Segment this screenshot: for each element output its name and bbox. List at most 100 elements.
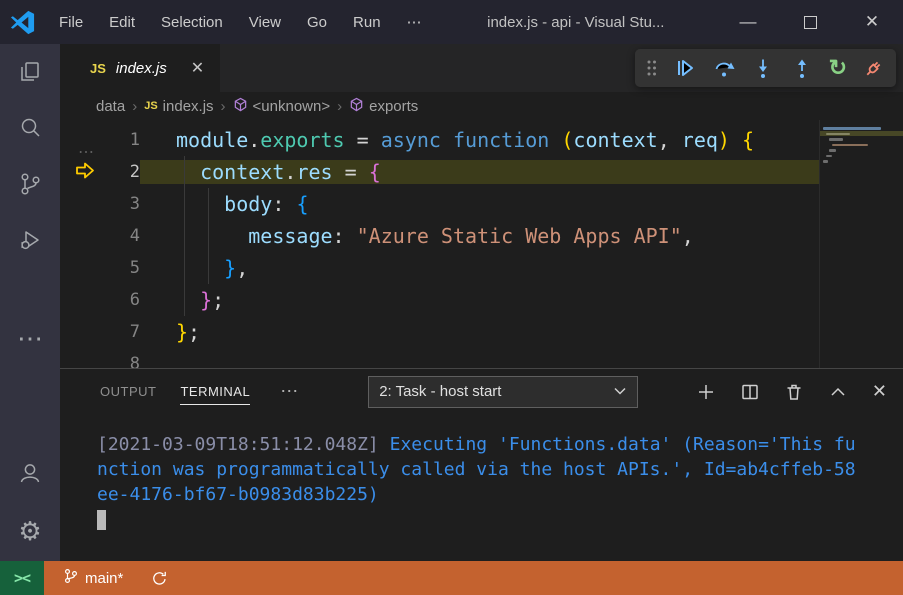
breadcrumb-label: index.js xyxy=(163,98,214,115)
code-text: context.res = { xyxy=(140,160,819,184)
step-out-icon[interactable] xyxy=(790,56,814,80)
new-terminal-icon[interactable] xyxy=(696,382,716,402)
minimap-line xyxy=(829,138,843,141)
explorer-icon[interactable] xyxy=(0,44,60,100)
menu-run[interactable]: Run xyxy=(340,0,394,44)
minimap-line xyxy=(829,149,836,152)
breadcrumb-index-js[interactable]: JS index.js xyxy=(144,98,213,115)
maximize-button[interactable] xyxy=(779,0,841,44)
breadcrumb-exports-symbol[interactable]: exports xyxy=(349,97,418,116)
panel: OUTPUT TERMINAL ⋯ 2: Task - host start ✕ xyxy=(60,368,903,561)
terminal-dropdown[interactable]: 2: Task - host start xyxy=(368,376,638,408)
minimap-line xyxy=(826,155,832,158)
workbench: ⋯ ⚙ JS index.js ✕ xyxy=(0,44,903,561)
tab-close-icon[interactable]: ✕ xyxy=(191,58,204,78)
minimize-button[interactable]: — xyxy=(717,0,779,44)
editor-pane: 1module.exports = async function (contex… xyxy=(60,120,903,368)
window-title: index.js - api - Visual Stu... xyxy=(435,14,717,31)
terminal-cursor xyxy=(97,510,106,530)
gutter-dots: ⋯ xyxy=(78,142,95,162)
code-text: }, xyxy=(140,256,819,280)
line-number[interactable]: 5 xyxy=(60,258,140,278)
continue-icon[interactable] xyxy=(673,56,697,80)
menu-view[interactable]: View xyxy=(236,0,294,44)
step-over-icon[interactable] xyxy=(712,56,736,80)
code-scroll[interactable]: 1module.exports = async function (contex… xyxy=(60,120,819,368)
status-bar: >< main* xyxy=(0,561,903,595)
more-actions-icon[interactable]: ⋯ xyxy=(0,314,60,362)
maximize-icon xyxy=(804,16,817,29)
maximize-panel-icon[interactable] xyxy=(828,382,848,402)
sync-icon[interactable] xyxy=(145,569,174,588)
minimap-line xyxy=(832,144,868,147)
menu-edit[interactable]: Edit xyxy=(96,0,148,44)
code-line[interactable]: 8 xyxy=(60,348,819,368)
code-line[interactable]: 1module.exports = async function (contex… xyxy=(60,124,819,156)
source-control-icon[interactable] xyxy=(0,156,60,212)
restart-icon[interactable]: ↻ xyxy=(829,57,847,79)
line-number[interactable]: 4 xyxy=(60,226,140,246)
code-line[interactable]: 2 context.res = { xyxy=(60,156,819,188)
tab-output[interactable]: OUTPUT xyxy=(100,379,156,404)
terminal-line xyxy=(97,507,903,532)
code-line[interactable]: 4 message: "Azure Static Web Apps API", xyxy=(60,220,819,252)
code-line[interactable]: 5 }, xyxy=(60,252,819,284)
breadcrumb-label: data xyxy=(96,98,125,115)
panel-header: OUTPUT TERMINAL ⋯ 2: Task - host start ✕ xyxy=(60,369,903,414)
panel-actions: ✕ xyxy=(696,381,887,402)
editor-group: JS index.js ✕ xyxy=(60,44,903,561)
close-button[interactable]: ✕ xyxy=(841,0,903,44)
code-text: body: { xyxy=(140,192,819,216)
branch-label: main* xyxy=(85,570,123,587)
chevron-right-icon: › xyxy=(337,98,342,115)
minimap[interactable] xyxy=(819,120,903,368)
split-terminal-icon[interactable] xyxy=(740,382,760,402)
minimap-line xyxy=(823,127,881,130)
menu-more-icon[interactable]: ⋯ xyxy=(394,0,435,44)
step-into-icon[interactable] xyxy=(751,56,775,80)
panel-more-icon[interactable]: ⋯ xyxy=(274,380,304,403)
chevron-right-icon: › xyxy=(221,98,226,115)
menu-file[interactable]: File xyxy=(46,0,96,44)
code-text: module.exports = async function (context… xyxy=(140,128,819,152)
line-number[interactable]: 7 xyxy=(60,322,140,342)
terminal-output[interactable]: [2021-03-09T18:51:12.048Z] Executing 'Fu… xyxy=(60,414,903,561)
symbol-module-icon xyxy=(233,97,248,116)
close-panel-icon[interactable]: ✕ xyxy=(872,381,887,402)
branch-status[interactable]: main* xyxy=(57,567,129,589)
code-text: }; xyxy=(140,320,819,344)
breadcrumb-unknown-symbol[interactable]: <unknown> xyxy=(233,97,331,116)
javascript-icon: JS xyxy=(144,100,157,112)
search-icon[interactable] xyxy=(0,100,60,156)
activity-bar: ⋯ ⚙ xyxy=(0,44,60,561)
kill-terminal-icon[interactable] xyxy=(784,382,804,402)
drag-handle-icon[interactable] xyxy=(645,57,658,79)
vscode-window: File Edit Selection View Go Run ⋯ index.… xyxy=(0,0,903,595)
disconnect-icon[interactable] xyxy=(862,56,886,80)
line-number[interactable]: 2 xyxy=(60,162,140,182)
tab-index-js[interactable]: JS index.js ✕ xyxy=(60,44,220,92)
run-and-debug-icon[interactable] xyxy=(0,212,60,268)
code-line[interactable]: 3 body: { xyxy=(60,188,819,220)
tab-bar: JS index.js ✕ xyxy=(60,44,903,92)
chevron-right-icon: › xyxy=(132,98,137,115)
code-text: }; xyxy=(140,288,819,312)
terminal-dropdown-value: 2: Task - host start xyxy=(379,383,501,400)
code-text: message: "Azure Static Web Apps API", xyxy=(140,224,819,248)
menu-go[interactable]: Go xyxy=(294,0,340,44)
code-line[interactable]: 7}; xyxy=(60,316,819,348)
remote-indicator[interactable]: >< xyxy=(0,561,44,595)
breadcrumb-data[interactable]: data xyxy=(96,98,125,115)
line-number[interactable]: 1 xyxy=(60,130,140,150)
menu-selection[interactable]: Selection xyxy=(148,0,236,44)
debug-current-line-arrow-icon xyxy=(75,162,95,184)
accounts-icon[interactable] xyxy=(0,445,60,501)
window-controls: — ✕ xyxy=(717,0,903,44)
line-number[interactable]: 3 xyxy=(60,194,140,214)
tab-terminal[interactable]: TERMINAL xyxy=(180,379,250,405)
code-line[interactable]: 6 }; xyxy=(60,284,819,316)
breadcrumb: data › JS index.js › <unknown> › exports xyxy=(60,92,903,120)
line-number[interactable]: 8 xyxy=(60,354,140,368)
settings-gear-icon[interactable]: ⚙ xyxy=(0,501,60,561)
line-number[interactable]: 6 xyxy=(60,290,140,310)
